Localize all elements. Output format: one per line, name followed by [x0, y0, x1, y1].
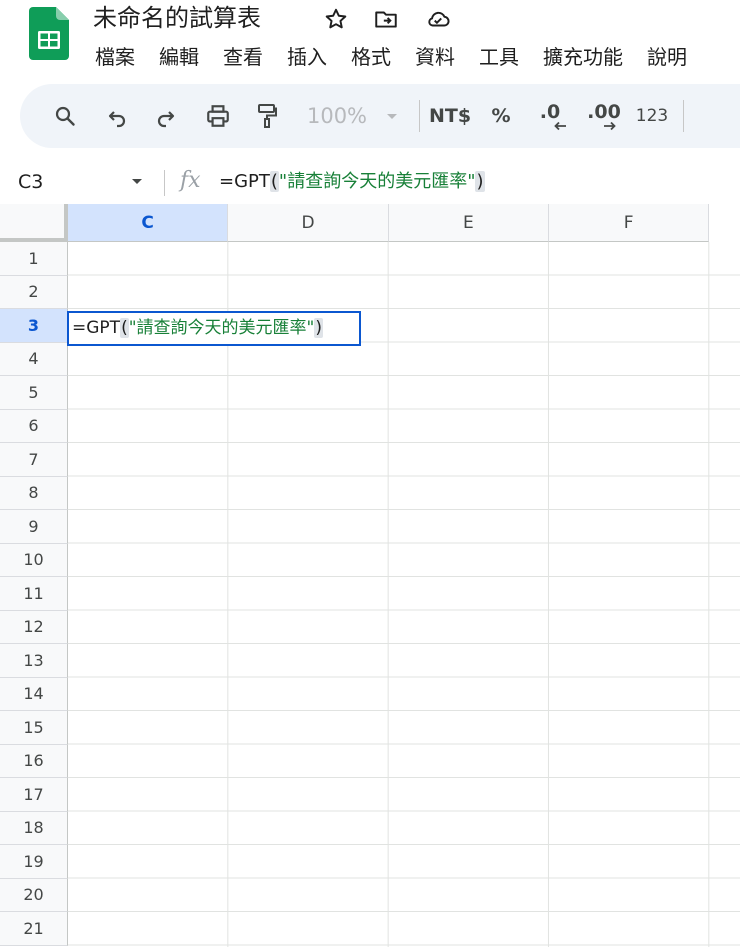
menu-help[interactable]: 說明 — [635, 42, 699, 72]
zoom-select[interactable]: 100% — [302, 84, 372, 148]
spreadsheet-grid: CDEF 1 2 3 4 5 6 7 8 9 10 11 12 13 14 15 16 17 18 19 20 21 =… — [0, 204, 740, 947]
document-title[interactable]: 未命名的試算表 — [93, 2, 261, 34]
formula-bar-separator — [164, 170, 165, 196]
cell-function: =GPT — [72, 318, 121, 338]
menu-view[interactable]: 查看 — [211, 42, 275, 72]
formula-open-paren: ( — [269, 171, 279, 192]
column-header-e[interactable]: E — [388, 204, 549, 242]
row-header-14[interactable]: 14 — [0, 677, 68, 711]
arrow-right-icon — [604, 121, 616, 131]
row-header-7[interactable]: 7 — [0, 443, 68, 477]
row-header-16[interactable]: 16 — [0, 744, 68, 778]
formula-close-paren: ) — [475, 171, 485, 192]
row-header-21[interactable]: 21 — [0, 912, 68, 946]
menu-edit[interactable]: 編輯 — [147, 42, 211, 72]
chevron-down-icon[interactable] — [382, 84, 402, 148]
undo-icon[interactable] — [100, 84, 134, 148]
cell-open-paren: ( — [120, 318, 129, 338]
formula-input[interactable]: =GPT("請查詢今天的美元匯率") — [219, 160, 485, 204]
row-header-11[interactable]: 11 — [0, 577, 68, 611]
menu-format[interactable]: 格式 — [339, 42, 403, 72]
decrease-decimal-button[interactable]: .0 — [529, 84, 571, 148]
row-header-5[interactable]: 5 — [0, 376, 68, 410]
format-currency-button[interactable]: NT$ — [426, 84, 474, 148]
menu-data[interactable]: 資料 — [403, 42, 467, 72]
fx-icon: fx — [180, 168, 201, 193]
row-header-15[interactable]: 15 — [0, 711, 68, 745]
row-header-8[interactable]: 8 — [0, 476, 68, 510]
redo-icon[interactable] — [149, 84, 183, 148]
toolbar-separator — [683, 100, 684, 132]
name-box[interactable]: C3 — [18, 160, 43, 204]
row-header-1[interactable]: 1 — [0, 242, 68, 276]
format-percent-button[interactable]: % — [486, 84, 516, 148]
column-header-d[interactable]: D — [228, 204, 389, 242]
sheets-logo-icon[interactable] — [29, 7, 69, 60]
row-header-10[interactable]: 10 — [0, 543, 68, 577]
column-header-f[interactable]: F — [548, 204, 710, 242]
menu-insert[interactable]: 插入 — [275, 42, 339, 72]
formula-function: =GPT — [219, 171, 270, 192]
menu-bar: 檔案 編輯 查看 插入 格式 資料 工具 擴充功能 說明 — [83, 42, 699, 72]
row-header-4[interactable]: 4 — [0, 342, 68, 376]
row-header-20[interactable]: 20 — [0, 878, 68, 912]
row-header-3[interactable]: 3 — [0, 309, 68, 343]
print-icon[interactable] — [200, 84, 236, 148]
formula-bar: C3 fx =GPT("請查詢今天的美元匯率") — [0, 160, 740, 204]
row-header-18[interactable]: 18 — [0, 811, 68, 845]
menu-file[interactable]: 檔案 — [83, 42, 147, 72]
chevron-down-icon[interactable] — [130, 177, 144, 187]
increase-decimal-button[interactable]: .00 — [581, 84, 627, 148]
cloud-saved-icon[interactable] — [425, 6, 451, 32]
cell-close-paren: ) — [314, 318, 323, 338]
row-header-9[interactable]: 9 — [0, 510, 68, 544]
select-all-corner[interactable] — [0, 204, 68, 242]
paint-format-icon[interactable] — [250, 84, 284, 148]
row-header-6[interactable]: 6 — [0, 409, 68, 443]
search-icon[interactable] — [48, 84, 82, 148]
row-header-19[interactable]: 19 — [0, 845, 68, 879]
active-cell-editor[interactable]: =GPT("請查詢今天的美元匯率") — [67, 311, 361, 346]
column-header-c[interactable]: C — [68, 204, 229, 242]
move-to-folder-icon[interactable] — [373, 6, 399, 32]
row-header-2[interactable]: 2 — [0, 275, 68, 309]
cell-string-arg: "請查詢今天的美元匯率" — [128, 318, 315, 338]
arrow-left-icon — [554, 121, 566, 131]
formula-string-arg: "請查詢今天的美元匯率" — [278, 171, 476, 192]
menu-tools[interactable]: 工具 — [467, 42, 531, 72]
row-header-17[interactable]: 17 — [0, 778, 68, 812]
cell-area[interactable] — [68, 242, 740, 947]
row-header-13[interactable]: 13 — [0, 644, 68, 678]
number-format-button[interactable]: 123 — [634, 84, 670, 148]
toolbar: 100% NT$ % .0 .00 123 — [20, 84, 740, 148]
star-icon[interactable] — [323, 6, 349, 32]
row-header-12[interactable]: 12 — [0, 610, 68, 644]
menu-extensions[interactable]: 擴充功能 — [531, 42, 635, 72]
toolbar-separator — [419, 100, 420, 132]
